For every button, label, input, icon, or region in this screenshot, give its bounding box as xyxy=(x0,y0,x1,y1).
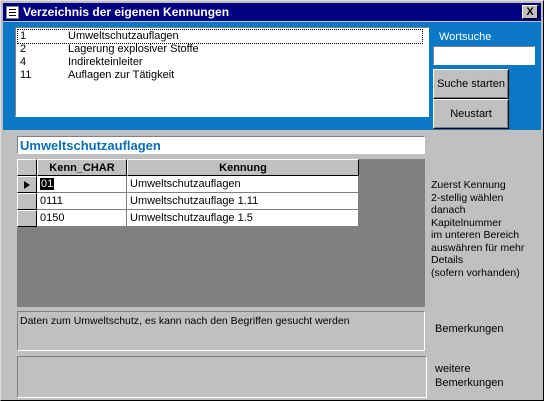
instruction-line: Kapitelnummer xyxy=(431,216,502,229)
more-remarks-label: weitere Bemerkungen xyxy=(435,362,535,390)
list-item[interactable]: 2 Lagerung explosiver Stoffe xyxy=(18,43,422,56)
row-selector-header xyxy=(17,159,37,176)
word-search-label: Wortsuche xyxy=(439,31,492,43)
grid-cell-kenn[interactable]: 0111 xyxy=(37,193,127,210)
selected-kennung-heading: Umweltschutzauflagen xyxy=(17,136,425,154)
restart-button[interactable]: Neustart xyxy=(433,99,509,129)
kennung-listbox[interactable]: 1 Umweltschutzauflagen 2 Lagerung explos… xyxy=(15,27,429,117)
more-remarks-label-line: Bemerkungen xyxy=(435,377,504,389)
title-bar: Verzeichnis der eigenen Kennungen X xyxy=(3,3,541,21)
instruction-line: auswähren für mehr xyxy=(431,241,525,254)
instruction-line: 2-stellig wählen xyxy=(431,191,504,204)
grid-cell-kenn[interactable]: 0150 xyxy=(37,210,127,227)
remarks-label: Bemerkungen xyxy=(435,323,504,335)
main-window: Verzeichnis der eigenen Kennungen X 1 Um… xyxy=(0,0,544,401)
instruction-line: Zuerst Kennung xyxy=(431,179,506,191)
list-item[interactable]: 11 Auflagen zur Tätigkeit xyxy=(18,69,422,82)
grid-cell-kennung[interactable]: Umweltschutzauflage 1.5 xyxy=(127,210,359,227)
column-header-kenn-char[interactable]: Kenn_CHAR xyxy=(37,159,127,176)
instruction-line: Details xyxy=(431,254,464,266)
row-selector[interactable] xyxy=(17,193,37,210)
grid-cell-kenn-value: 01 xyxy=(40,178,55,190)
list-item-label: Indirekteinleiter xyxy=(68,56,143,68)
list-item-number: 11 xyxy=(20,69,32,81)
list-item[interactable]: 1 Umweltschutzauflagen xyxy=(17,29,423,44)
instruction-text: Zuerst Kennung 2-stellig wählen danach K… xyxy=(431,179,541,279)
close-button[interactable]: X xyxy=(522,5,538,19)
more-remarks-label-line: weitere xyxy=(435,363,471,375)
list-item-label: Umweltschutzauflagen xyxy=(68,30,179,42)
list-item-number: 4 xyxy=(20,56,27,68)
list-item-number: 1 xyxy=(20,30,27,42)
row-selector[interactable] xyxy=(17,210,37,227)
instruction-line: im unteren Bereich xyxy=(431,229,520,241)
remarks-field[interactable]: Daten zum Umweltschutz, es kann nach den… xyxy=(17,311,425,351)
list-item-label: Auflagen zur Tätigkeit xyxy=(68,69,175,81)
word-search-input[interactable] xyxy=(433,46,535,65)
grid-cell-kennung[interactable]: Umweltschutzauflage 1.11 xyxy=(127,193,359,210)
list-item-number: 2 xyxy=(20,43,27,55)
grid-cell-kenn[interactable]: 01 xyxy=(37,176,127,193)
column-header-kennung[interactable]: Kennung xyxy=(127,159,359,176)
instruction-line: danach xyxy=(431,204,466,216)
instruction-line: (sofern vorhanden) xyxy=(431,266,520,279)
form-icon xyxy=(6,6,19,19)
list-item[interactable]: 4 Indirekteinleiter xyxy=(18,56,422,69)
grid-cell-kennung[interactable]: Umweltschutzauflagen xyxy=(127,176,359,193)
more-remarks-field[interactable] xyxy=(17,356,427,398)
window-title: Verzeichnis der eigenen Kennungen xyxy=(23,5,230,19)
list-item-label: Lagerung explosiver Stoffe xyxy=(68,43,199,55)
row-selector-current[interactable] xyxy=(17,176,37,193)
start-search-button[interactable]: Suche starten xyxy=(433,69,509,99)
